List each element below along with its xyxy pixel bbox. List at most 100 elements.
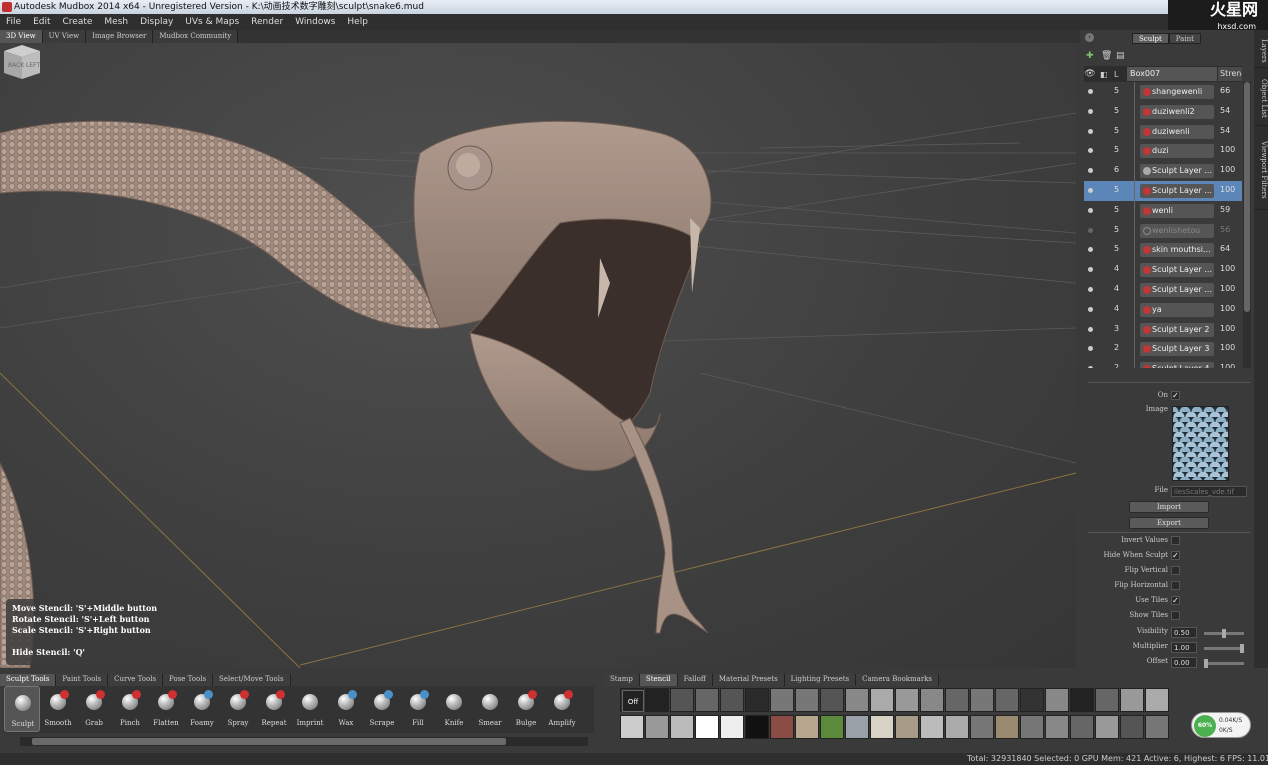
- tool-scrape[interactable]: Scrape: [364, 686, 400, 732]
- tab-paint-tools[interactable]: Paint Tools: [56, 674, 109, 686]
- side-tab-viewport-filters[interactable]: Viewport Filters: [1254, 130, 1268, 210]
- layer-strength[interactable]: 100: [1220, 304, 1235, 313]
- layer-visibility-dot-icon[interactable]: [1088, 207, 1093, 213]
- tab-sculpt-tools[interactable]: Sculpt Tools: [0, 674, 57, 686]
- layer-mask-icon[interactable]: [1143, 285, 1151, 294]
- tab-pose-tools[interactable]: Pose Tools: [163, 674, 214, 686]
- tab-uv-view[interactable]: UV View: [42, 30, 87, 43]
- flip-vertical-checkbox[interactable]: [1171, 566, 1180, 575]
- stencil-thumbnail[interactable]: [1145, 688, 1169, 712]
- stencil-thumbnail[interactable]: [745, 688, 769, 712]
- layer-name-field[interactable]: wenlishetou: [1140, 223, 1214, 238]
- side-tab-layers[interactable]: Layers: [1254, 34, 1268, 68]
- stencil-thumbnail[interactable]: [995, 714, 1019, 739]
- layer-strength[interactable]: 100: [1220, 145, 1235, 154]
- stencil-thumbnail[interactable]: [995, 688, 1019, 712]
- tab-sculpt[interactable]: Sculpt: [1132, 33, 1169, 44]
- layer-visibility-dot-icon[interactable]: [1088, 346, 1093, 352]
- layer-visibility-dot-icon[interactable]: [1088, 187, 1093, 193]
- layer-strength[interactable]: 54: [1220, 106, 1230, 115]
- layer-row[interactable]: 4 ya 100: [1084, 299, 1242, 320]
- tab-3d-view[interactable]: 3D View: [0, 30, 43, 43]
- stencil-thumbnail[interactable]: [1120, 714, 1144, 739]
- stencil-thumbnail[interactable]: [1045, 688, 1069, 712]
- layer-row[interactable]: 3 Sculpt Layer 2 100: [1084, 319, 1242, 340]
- stencil-thumbnail[interactable]: [945, 688, 969, 712]
- layer-options-icon[interactable]: ▤: [1116, 52, 1125, 61]
- visibility-value-field[interactable]: 0.50: [1171, 627, 1197, 638]
- stencil-thumbnail[interactable]: [970, 688, 994, 712]
- export-button[interactable]: Export: [1129, 517, 1209, 529]
- layer-row[interactable]: 5 shangewenli 66: [1084, 82, 1242, 102]
- layer-visibility-dot-icon[interactable]: [1088, 247, 1093, 253]
- stencil-thumbnail[interactable]: [845, 688, 869, 712]
- stencil-thumbnail[interactable]: [1095, 714, 1119, 739]
- menu-help[interactable]: Help: [341, 17, 374, 27]
- stencil-thumbnail[interactable]: [695, 714, 719, 739]
- panel-collapse-icon[interactable]: ›: [1085, 33, 1094, 42]
- layer-visibility-dot-icon[interactable]: [1088, 89, 1093, 94]
- tab-curve-tools[interactable]: Curve Tools: [108, 674, 164, 686]
- stencil-on-checkbox[interactable]: ✓: [1171, 391, 1180, 400]
- layer-row[interactable]: 5 Sculpt Layer ... 100: [1084, 180, 1242, 201]
- layer-list-scroll-thumb[interactable]: [1244, 82, 1250, 312]
- layer-strength[interactable]: 100: [1220, 363, 1235, 368]
- menu-create[interactable]: Create: [57, 17, 99, 27]
- offset-slider-handle[interactable]: [1204, 659, 1208, 668]
- stencil-thumbnail[interactable]: [770, 714, 794, 739]
- stencil-thumbnail[interactable]: [820, 714, 844, 739]
- stencil-thumbnail[interactable]: [670, 688, 694, 712]
- show-tiles-checkbox[interactable]: [1171, 611, 1180, 620]
- layer-row[interactable]: 2 Sculpt Layer 4 100: [1084, 359, 1242, 368]
- layer-mask-icon[interactable]: [1143, 107, 1151, 116]
- stencil-thumbnail[interactable]: [645, 714, 669, 739]
- menu-mesh[interactable]: Mesh: [98, 17, 134, 27]
- layer-name-field[interactable]: ya: [1140, 302, 1214, 317]
- layer-visibility-dot-icon[interactable]: [1088, 326, 1093, 332]
- tool-pinch[interactable]: Pinch: [112, 686, 148, 732]
- tool-smear[interactable]: Smear: [472, 686, 508, 732]
- layer-name-field[interactable]: Sculpt Layer ...: [1140, 263, 1214, 278]
- stencil-thumbnail[interactable]: [620, 714, 644, 739]
- tool-tray-scrollbar[interactable]: [20, 737, 588, 746]
- layer-strength[interactable]: 100: [1220, 284, 1235, 293]
- stencil-thumbnail[interactable]: [895, 714, 919, 739]
- stencil-thumbnail[interactable]: [870, 714, 894, 739]
- layer-name-field[interactable]: duziwenli: [1140, 124, 1214, 139]
- layer-visibility-dot-icon[interactable]: [1088, 108, 1093, 114]
- stencil-thumbnail[interactable]: [720, 688, 744, 712]
- layer-name-field[interactable]: Sculpt Layer 3: [1140, 342, 1214, 357]
- layer-name-field[interactable]: duzi: [1140, 144, 1214, 159]
- layer-strength[interactable]: 64: [1220, 244, 1230, 253]
- stencil-thumbnail[interactable]: [870, 688, 894, 712]
- stencil-thumbnail[interactable]: [970, 714, 994, 739]
- tab-lighting-presets[interactable]: Lighting Presets: [784, 674, 857, 686]
- tab-stencil[interactable]: Stencil: [639, 674, 678, 686]
- layer-row[interactable]: 6 Sculpt Layer ... 100: [1084, 161, 1242, 182]
- layer-strength[interactable]: 100: [1220, 324, 1235, 333]
- stencil-thumbnail[interactable]: [795, 714, 819, 739]
- tool-knife[interactable]: Knife: [436, 686, 472, 732]
- tool-flatten[interactable]: Flatten: [148, 686, 184, 732]
- stencil-off-button[interactable]: Off: [622, 690, 644, 712]
- view-cube[interactable]: BACK LEFT: [0, 43, 42, 81]
- delete-layer-icon[interactable]: 🗑: [1101, 52, 1112, 61]
- stencil-thumbnail[interactable]: [895, 688, 919, 712]
- layer-row[interactable]: 5 skin mouthsi... 64: [1084, 240, 1242, 261]
- layer-mask-icon[interactable]: [1143, 186, 1151, 195]
- layer-row[interactable]: 2 Sculpt Layer 3 100: [1084, 339, 1242, 360]
- layer-list-scrollbar[interactable]: [1243, 82, 1251, 368]
- menu-windows[interactable]: Windows: [289, 17, 341, 27]
- layer-strength[interactable]: 66: [1220, 86, 1230, 95]
- layer-mask-icon[interactable]: [1143, 305, 1151, 314]
- layer-name-field[interactable]: wenli: [1140, 203, 1214, 218]
- stencil-thumbnail[interactable]: [1095, 688, 1119, 712]
- menu-display[interactable]: Display: [134, 17, 179, 27]
- stencil-image-preview[interactable]: [1172, 406, 1229, 481]
- stencil-thumbnail[interactable]: [920, 688, 944, 712]
- stencil-thumbnail[interactable]: [720, 714, 744, 739]
- layer-mask-icon[interactable]: [1143, 88, 1151, 96]
- tool-smooth[interactable]: Smooth: [40, 686, 76, 732]
- menu-file[interactable]: File: [0, 17, 27, 27]
- layer-name-field[interactable]: Sculpt Layer 4: [1140, 362, 1214, 368]
